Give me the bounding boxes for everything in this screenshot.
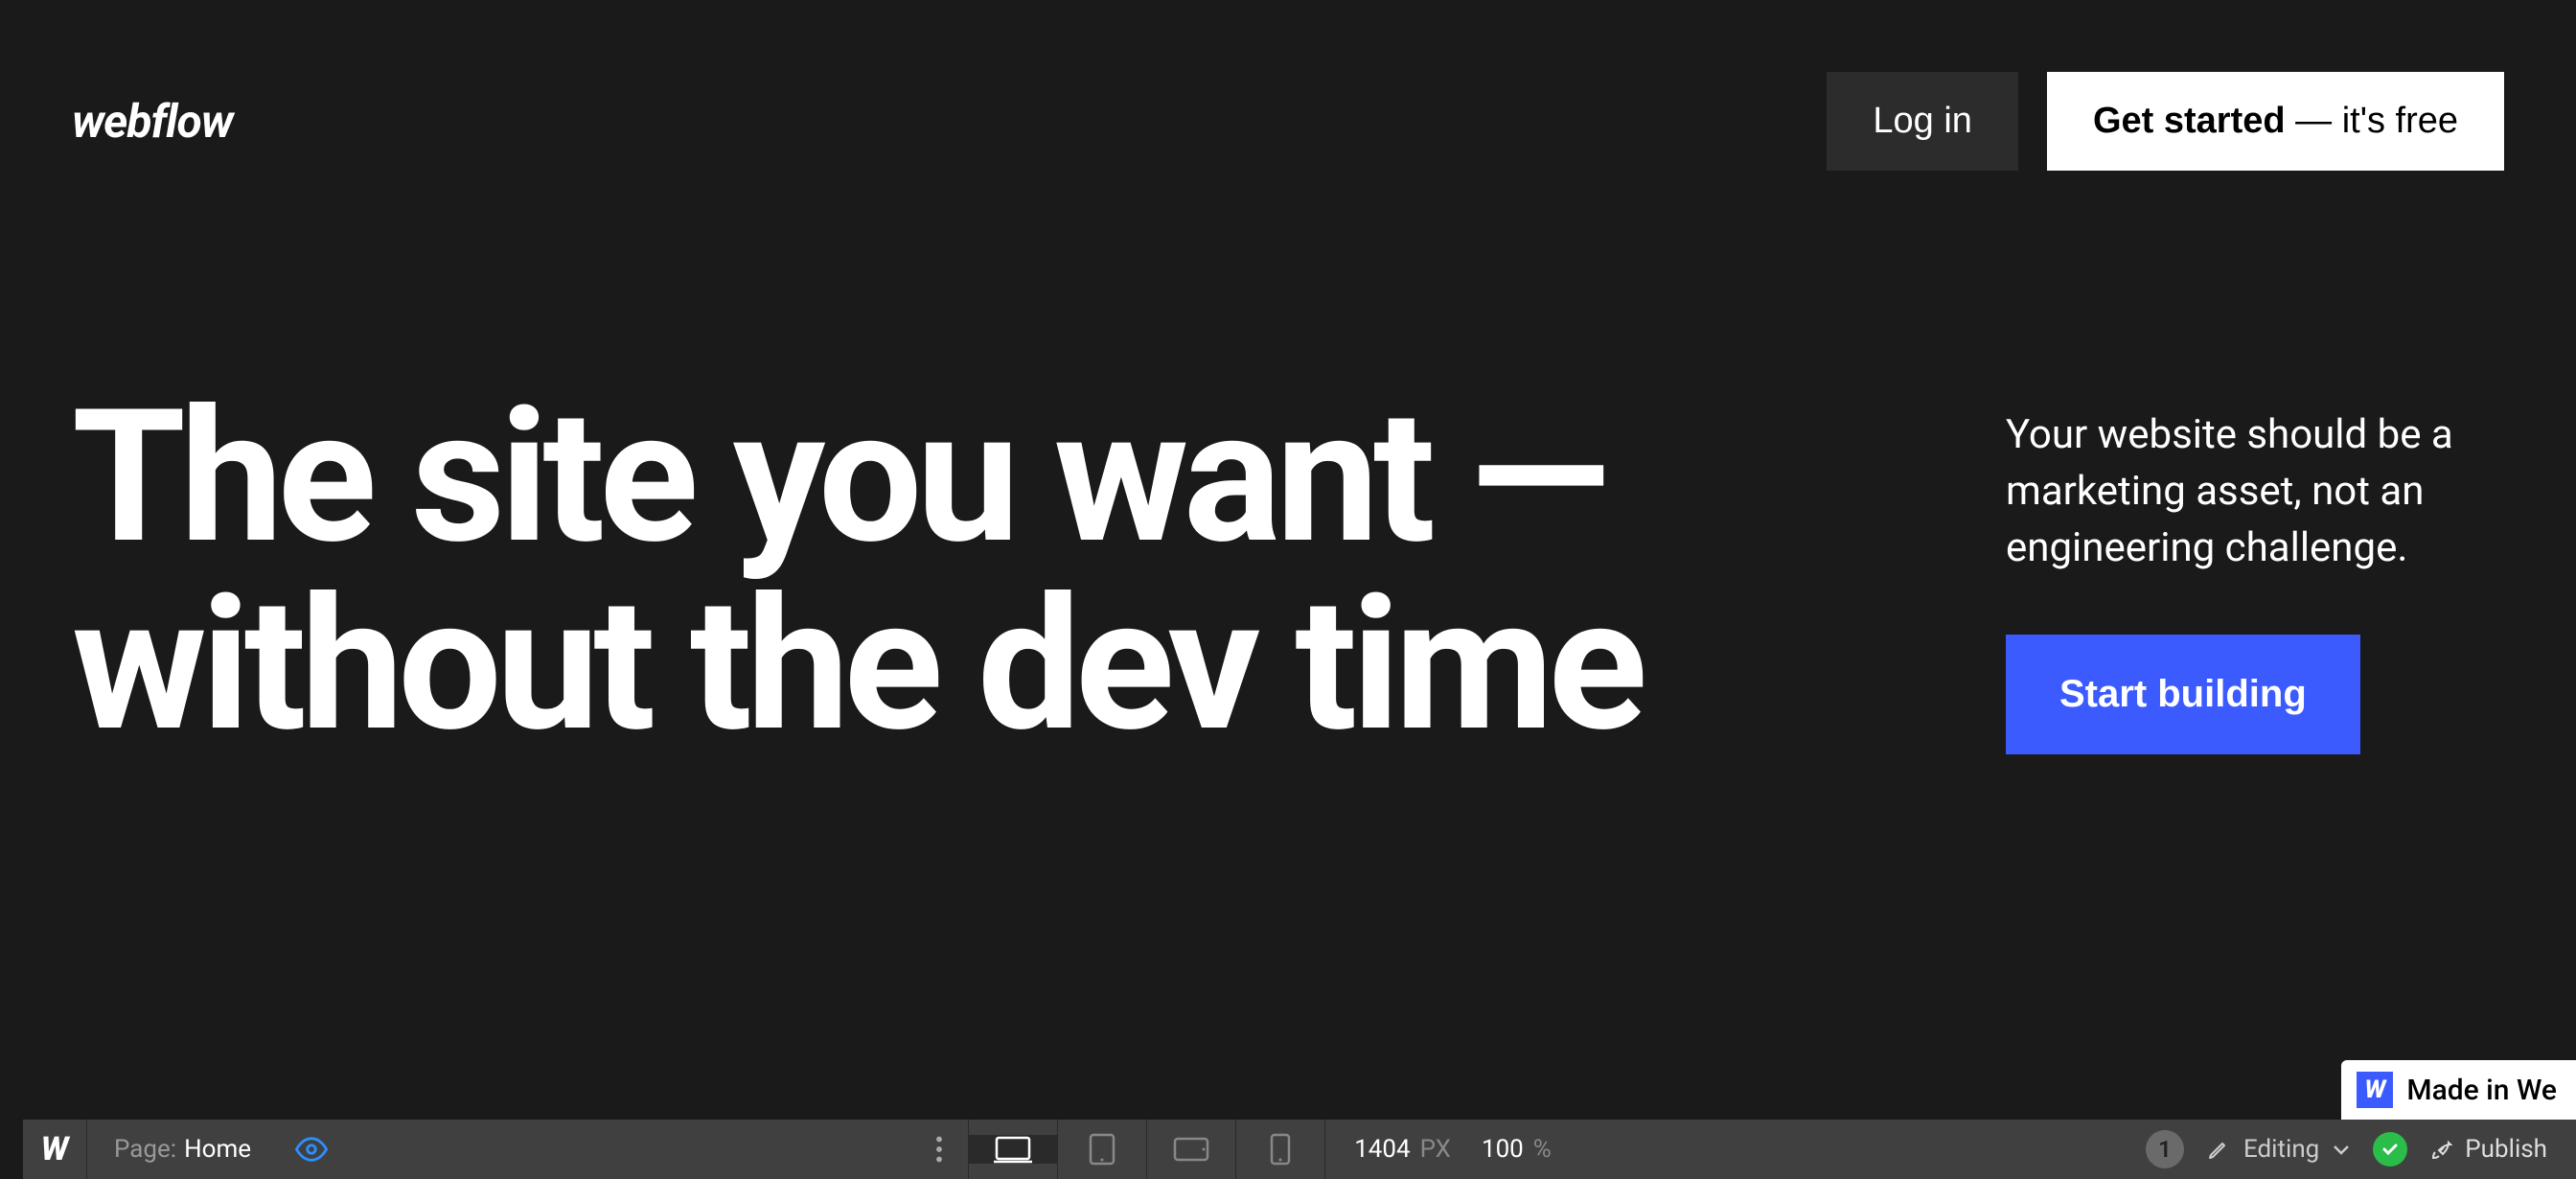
tablet-breakpoint-button[interactable]: [1058, 1133, 1146, 1166]
hero-subtitle: Your website should be a marketing asset…: [2006, 407, 2504, 576]
designer-bottom-bar: W Page: Home: [23, 1120, 2576, 1179]
editing-label: Editing: [2243, 1135, 2319, 1164]
top-header: webflow Log in Get started — it's free: [0, 0, 2576, 171]
status-check-icon[interactable]: [2373, 1132, 2407, 1167]
editing-mode-button[interactable]: Editing: [2207, 1135, 2350, 1164]
desktop-breakpoint-button[interactable]: [969, 1135, 1057, 1164]
preview-button[interactable]: [278, 1133, 345, 1166]
notification-badge[interactable]: 1: [2146, 1130, 2184, 1168]
page-value: Home: [184, 1135, 251, 1164]
webflow-logo[interactable]: webflow: [72, 94, 233, 149]
webflow-icon[interactable]: W: [23, 1130, 86, 1168]
more-menu-button[interactable]: [910, 1136, 968, 1163]
canvas-width-unit: PX: [1420, 1135, 1451, 1164]
canvas-dimensions[interactable]: 1404 PX 100 %: [1325, 1135, 1580, 1164]
publish-button[interactable]: Publish: [2430, 1135, 2547, 1164]
hero-title: The site you want — without the dev time: [72, 383, 1797, 759]
webflow-w-icon: W: [2357, 1072, 2393, 1108]
made-in-webflow-badge[interactable]: W Made in We: [2341, 1060, 2576, 1120]
landscape-mobile-breakpoint-button[interactable]: [1147, 1137, 1235, 1162]
pencil-icon: [2207, 1138, 2230, 1161]
hero-section: The site you want — without the dev time…: [72, 383, 2504, 759]
page-label: Page:: [114, 1135, 176, 1164]
login-button[interactable]: Log in: [1827, 72, 2018, 171]
chevron-down-icon: [2333, 1144, 2350, 1155]
start-building-button[interactable]: Start building: [2006, 635, 2360, 754]
canvas-width-value: 1404: [1354, 1135, 1410, 1164]
mobile-breakpoint-button[interactable]: [1236, 1133, 1324, 1166]
rocket-icon: [2430, 1138, 2453, 1161]
bottom-bar-right: 1 Editing Publish: [2146, 1130, 2576, 1168]
zoom-value: 100: [1482, 1135, 1524, 1164]
header-actions: Log in Get started — it's free: [1827, 72, 2504, 171]
publish-label: Publish: [2465, 1135, 2547, 1164]
get-started-bold: Get started: [2093, 101, 2286, 141]
zoom-unit: %: [1533, 1135, 1552, 1164]
made-in-label: Made in We: [2406, 1074, 2557, 1107]
hero-right-column: Your website should be a marketing asset…: [2006, 388, 2504, 753]
page-selector[interactable]: Page: Home: [87, 1135, 278, 1164]
get-started-light: — it's free: [2286, 101, 2458, 141]
get-started-button[interactable]: Get started — it's free: [2047, 72, 2504, 171]
